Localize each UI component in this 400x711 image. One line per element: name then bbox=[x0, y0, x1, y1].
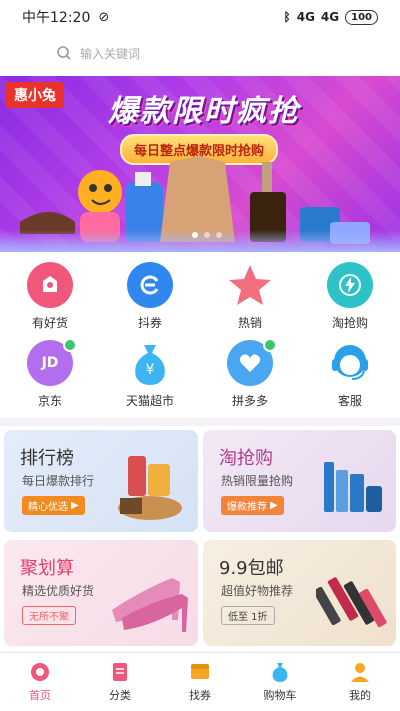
grid-item-taoqianggou[interactable]: 淘抢购 bbox=[300, 262, 400, 332]
bluetooth-icon: ᛒ bbox=[283, 10, 291, 24]
search-input[interactable]: 输入关键词 bbox=[80, 45, 140, 62]
grid-label: 客服 bbox=[337, 394, 362, 408]
card-title: 聚划算 bbox=[20, 558, 74, 579]
grid-item-youhaohuo[interactable]: 有好货 bbox=[0, 262, 100, 332]
play-icon: ▶ bbox=[270, 500, 278, 511]
user-icon bbox=[349, 661, 371, 683]
money-bag-icon: ¥ bbox=[127, 340, 173, 386]
grid-label: 抖券 bbox=[137, 316, 162, 330]
tab-label: 找券 bbox=[189, 689, 211, 702]
tab-cart[interactable]: 购物车 bbox=[240, 653, 320, 711]
card-title: 9.9包邮 bbox=[219, 558, 284, 579]
grid-item-rexiao[interactable]: 热销 bbox=[200, 262, 300, 332]
card-tag: 精心优选 ▶ bbox=[22, 496, 85, 515]
carousel-dot bbox=[192, 232, 198, 238]
lightning-icon bbox=[327, 262, 373, 308]
banner-title: 爆款限时疯抢 bbox=[108, 94, 300, 129]
battery-indicator: 100 bbox=[345, 9, 378, 25]
card-subtitle: 热销限量抢购 bbox=[221, 474, 294, 488]
grid-item-kefu[interactable]: 客服 bbox=[300, 340, 400, 410]
lipsticks-image bbox=[316, 577, 387, 628]
card-taoqianggou[interactable]: 淘抢购 热销限量抢购 爆款推荐 ▶ bbox=[203, 430, 396, 532]
card-tag-label: 爆款推荐 bbox=[227, 502, 267, 513]
grid-label: 京东 bbox=[37, 394, 62, 408]
grid-item-tmall[interactable]: ¥ 天猫超市 bbox=[100, 340, 200, 410]
cart-icon bbox=[269, 661, 291, 683]
grid-label: 拼多多 bbox=[231, 394, 268, 408]
card-tag: 爆款推荐 ▶ bbox=[221, 496, 284, 515]
status-bar: 中午12:20 ⊘ ᛒ 4G 4G 100 bbox=[0, 0, 400, 34]
heart-icon bbox=[227, 338, 277, 386]
mute-icon: ⊘ bbox=[98, 9, 110, 25]
tab-label: 分类 bbox=[109, 689, 131, 702]
carousel-dots bbox=[192, 232, 222, 238]
grid-label: 热销 bbox=[237, 316, 262, 330]
tab-profile[interactable]: 我的 bbox=[320, 653, 400, 711]
headset-icon bbox=[327, 340, 373, 386]
tab-label: 购物车 bbox=[263, 689, 297, 702]
tab-home[interactable]: 首页 bbox=[0, 653, 80, 711]
star-icon bbox=[227, 262, 273, 308]
grid-label: 有好货 bbox=[31, 316, 68, 330]
find-coupon-icon bbox=[189, 661, 211, 683]
signal-2: 4G bbox=[320, 10, 340, 24]
tab-category[interactable]: 分类 bbox=[80, 653, 160, 711]
carousel-dot bbox=[216, 232, 222, 238]
card-tag: 无所不聚 bbox=[22, 606, 76, 625]
tab-label: 我的 bbox=[349, 689, 371, 702]
tab-find-coupon[interactable]: 找券 bbox=[160, 653, 240, 711]
card-title: 淘抢购 bbox=[219, 448, 273, 469]
tab-label: 首页 bbox=[29, 689, 51, 702]
coupon-icon bbox=[127, 262, 173, 308]
card-tag-label: 精心优选 bbox=[28, 502, 68, 513]
search-bar[interactable]: 输入关键词 bbox=[56, 42, 356, 64]
cosmetics-image bbox=[324, 462, 382, 512]
grid-item-pinduoduo[interactable]: 拼多多 bbox=[200, 338, 300, 410]
snacks-image bbox=[118, 456, 182, 520]
high-heels-image bbox=[112, 578, 188, 632]
search-icon bbox=[57, 46, 71, 60]
card-subtitle: 精选优质好货 bbox=[22, 584, 95, 598]
svg-text:¥: ¥ bbox=[146, 362, 155, 378]
card-subtitle: 超值好物推荐 bbox=[221, 584, 294, 598]
brand-tag: 惠小兔 bbox=[6, 82, 64, 108]
grid-label: 天猫超市 bbox=[125, 394, 174, 408]
card-juhuasuan[interactable]: 聚划算 精选优质好货 无所不聚 bbox=[4, 540, 198, 646]
home-icon bbox=[29, 661, 51, 683]
grid-label: 淘抢购 bbox=[331, 316, 368, 330]
card-ranking[interactable]: 排行榜 每日爆款排行 精心优选 ▶ bbox=[4, 430, 198, 532]
carousel-dot bbox=[204, 232, 210, 238]
jd-icon: JD bbox=[27, 338, 77, 386]
bottom-tab-bar: 首页 分类 找券 购物车 我的 bbox=[0, 652, 400, 711]
status-time: 中午12:20 bbox=[22, 10, 91, 26]
card-title: 排行榜 bbox=[20, 448, 74, 469]
signal-1: 4G bbox=[296, 10, 315, 24]
play-icon: ▶ bbox=[71, 500, 79, 511]
category-grid: 有好货 抖券 热销 淘抢购 JD 京东 ¥ 天猫超市 拼多多 客服 bbox=[0, 262, 400, 412]
grid-item-douquan[interactable]: 抖券 bbox=[100, 262, 200, 332]
link-badge-icon bbox=[263, 338, 277, 352]
card-tag: 低至 1折 bbox=[221, 606, 275, 625]
gift-icon bbox=[27, 262, 73, 308]
card-nine-nine[interactable]: 9.9包邮 超值好物推荐 低至 1折 bbox=[203, 540, 396, 646]
section-divider bbox=[0, 418, 400, 426]
card-subtitle: 每日爆款排行 bbox=[22, 474, 95, 488]
link-badge-icon bbox=[63, 338, 77, 352]
category-icon bbox=[109, 661, 131, 683]
promo-banner[interactable]: 惠小兔 爆款限时疯抢 每日整点爆款限时抢购 bbox=[0, 76, 400, 252]
grid-item-jingdong[interactable]: JD 京东 bbox=[0, 338, 100, 410]
